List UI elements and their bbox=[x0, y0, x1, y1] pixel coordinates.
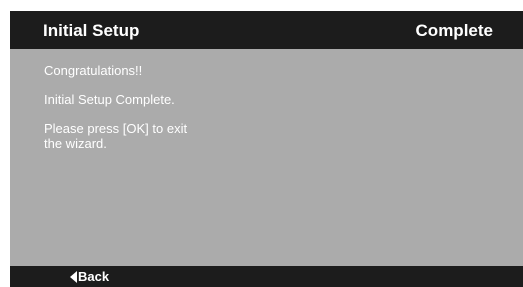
page-title: Initial Setup bbox=[43, 21, 140, 40]
footer-bar: Back bbox=[10, 266, 523, 287]
message-area: Congratulations!! Initial Setup Complete… bbox=[44, 63, 484, 165]
congratulations-message: Congratulations!! bbox=[44, 63, 143, 78]
back-button[interactable]: Back bbox=[70, 268, 109, 285]
step-status: Complete bbox=[415, 21, 493, 40]
setup-wizard-screen: Initial Setup Complete Congratulations!!… bbox=[10, 11, 523, 287]
setup-complete-message: Initial Setup Complete. bbox=[44, 92, 175, 107]
left-triangle-icon bbox=[70, 270, 77, 283]
back-label: Back bbox=[78, 269, 110, 284]
exit-instruction-message: Please press [OK] to exit the wizard. bbox=[44, 121, 188, 151]
header-bar: Initial Setup Complete bbox=[10, 11, 523, 49]
